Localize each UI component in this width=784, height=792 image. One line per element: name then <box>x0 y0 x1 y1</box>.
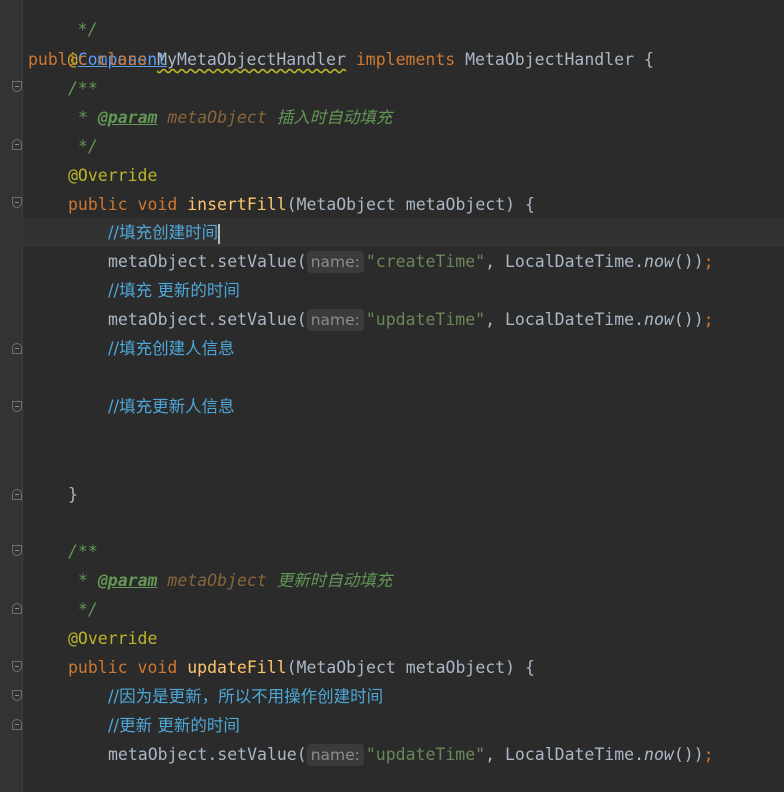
code-line[interactable]: /** <box>68 537 784 566</box>
text-caret <box>218 223 221 244</box>
code-line[interactable]: //因为是更新，所以不用操作创建时间 <box>108 682 784 711</box>
code-line[interactable]: @Override <box>68 161 784 190</box>
editor-gutter <box>0 0 23 792</box>
code-line[interactable]: public class MyMetaObjectHandler impleme… <box>28 45 784 74</box>
code-line[interactable]: @Component <box>28 16 784 69</box>
fold-marker-icon[interactable] <box>12 401 22 412</box>
fold-marker-icon[interactable] <box>12 81 22 92</box>
code-line[interactable]: /** <box>68 74 784 103</box>
current-code-line[interactable]: //填充创建时间 <box>22 218 784 247</box>
code-line[interactable]: metaObject.setValue(name: "updateTime", L… <box>108 305 784 334</box>
parameter-hint: name: <box>306 251 364 273</box>
fold-marker-icon[interactable] <box>12 139 22 150</box>
code-line[interactable]: } <box>68 480 784 509</box>
code-line[interactable]: public void insertFill(MetaObject metaOb… <box>68 190 784 219</box>
code-line[interactable]: public void updateFill(MetaObject metaOb… <box>68 653 784 682</box>
code-line[interactable]: metaObject.setValue(name: "updateTime", L… <box>108 740 784 769</box>
code-line[interactable]: @Override <box>68 624 784 653</box>
fold-marker-icon[interactable] <box>12 603 22 614</box>
code-line[interactable]: //更新 更新的时间 <box>108 711 784 740</box>
code-line[interactable]: metaObject.setValue(name: "createTime", L… <box>108 247 784 276</box>
code-line[interactable]: //填充创建人信息 <box>108 334 784 363</box>
fold-marker-icon[interactable] <box>12 661 22 672</box>
code-line[interactable]: //填充 更新的时间 <box>108 276 784 305</box>
fold-marker-icon[interactable] <box>12 197 22 208</box>
fold-marker-icon[interactable] <box>12 489 22 500</box>
code-line[interactable]: */ <box>28 0 784 39</box>
parameter-hint: name: <box>306 744 364 766</box>
class-name[interactable]: MyMetaObjectHandler <box>157 50 346 69</box>
insertfill-method[interactable]: insertFill <box>187 195 286 214</box>
updatefill-method[interactable]: updateFill <box>187 658 286 677</box>
parameter-hint: name: <box>306 309 364 331</box>
code-line[interactable]: */ <box>78 132 784 161</box>
code-line[interactable]: * @param metaObject 更新时自动填充 <box>78 566 784 595</box>
fold-marker-icon[interactable] <box>12 690 22 701</box>
code-line[interactable]: //填充更新人信息 <box>108 392 784 421</box>
fold-marker-icon[interactable] <box>12 343 22 354</box>
fold-marker-icon[interactable] <box>12 545 22 556</box>
code-line[interactable]: * @param metaObject 插入时自动填充 <box>78 103 784 132</box>
code-line[interactable]: */ <box>78 595 784 624</box>
fold-marker-icon[interactable] <box>12 719 22 730</box>
